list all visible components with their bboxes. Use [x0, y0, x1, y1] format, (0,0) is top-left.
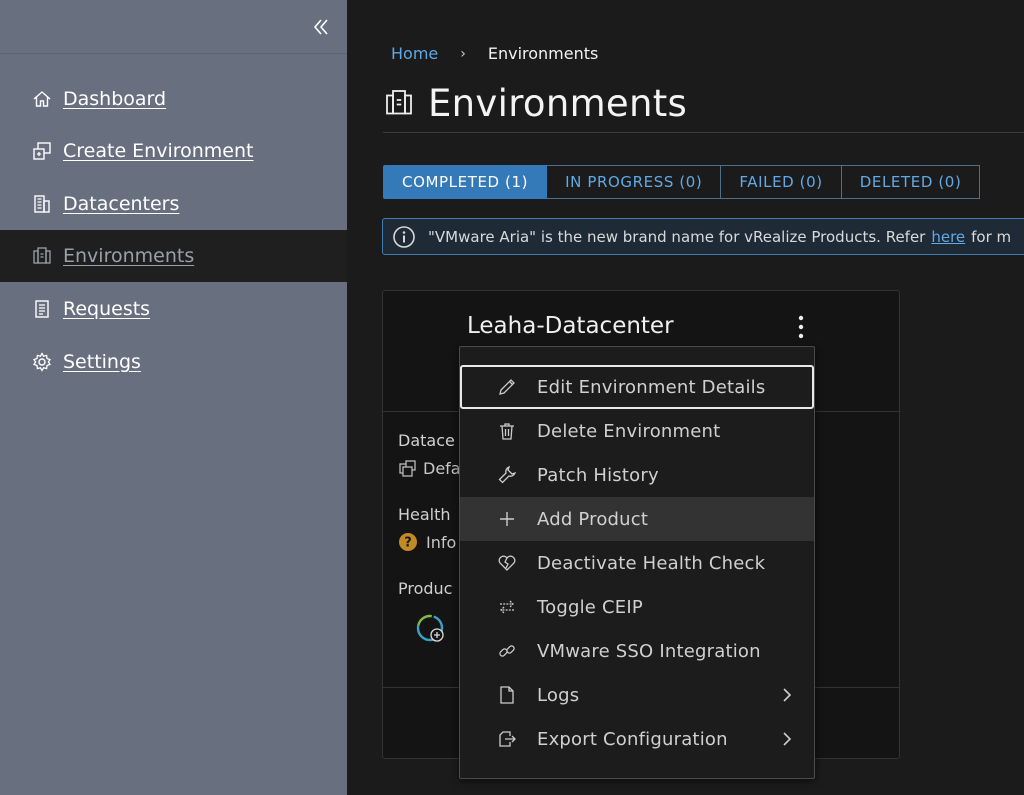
tab-deleted[interactable]: DELETED (0)	[841, 165, 981, 199]
breadcrumb: Home › Environments	[391, 44, 598, 63]
chevron-right-icon	[783, 688, 792, 702]
chevron-right-icon	[783, 732, 792, 746]
tab-failed[interactable]: FAILED (0)	[721, 165, 842, 199]
menu-item-label: Add Product	[537, 508, 649, 530]
sidebar-item-environments[interactable]: Environments	[0, 230, 347, 282]
sidebar-item-datacenters[interactable]: Datacenters	[0, 178, 347, 230]
sidebar-item-label: Datacenters	[63, 193, 180, 215]
info-banner-link[interactable]: here	[931, 228, 965, 246]
datacenter-value-text: Defa	[423, 458, 461, 478]
sidebar: Dashboard Create Environment Datacenters…	[0, 0, 347, 795]
products-label: Produc	[398, 579, 453, 598]
environment-icon	[33, 247, 51, 264]
environment-icon	[386, 90, 412, 115]
menu-item-deactivate-health-check[interactable]: Deactivate Health Check	[460, 541, 814, 585]
environment-card-title: Leaha-Datacenter	[467, 313, 674, 339]
breadcrumb-current: Environments	[487, 44, 599, 63]
pencil-icon	[499, 379, 515, 395]
sidebar-item-label: Settings	[63, 351, 141, 373]
sidebar-item-create-environment[interactable]: Create Environment	[0, 125, 347, 177]
breadcrumb-home-link[interactable]: Home	[391, 44, 438, 63]
create-environment-icon	[33, 142, 51, 160]
sidebar-item-requests[interactable]: Requests	[0, 283, 347, 335]
menu-item-delete-environment[interactable]: Delete Environment	[460, 409, 814, 453]
trash-icon	[500, 423, 514, 440]
broken-heart-icon	[498, 555, 516, 571]
datacenter-label: Datace	[398, 431, 455, 450]
health-label: Health	[398, 505, 451, 524]
menu-item-label: Patch History	[537, 464, 659, 486]
double-chevron-left-icon	[313, 19, 328, 35]
menu-item-add-product[interactable]: Add Product	[460, 497, 814, 541]
breadcrumb-separator: ›	[460, 45, 466, 62]
toggle-arrows-icon	[500, 600, 514, 614]
menu-item-label: Edit Environment Details	[537, 376, 766, 398]
export-icon	[499, 731, 516, 747]
title-divider	[383, 132, 1024, 133]
file-icon	[500, 686, 514, 704]
sidebar-item-label: Dashboard	[63, 88, 167, 110]
menu-item-label: Toggle CEIP	[537, 596, 643, 618]
building-icon	[34, 195, 50, 213]
health-value-text: Info	[426, 532, 457, 552]
menu-item-edit-environment-details[interactable]: Edit Environment Details	[460, 365, 814, 409]
sidebar-item-dashboard[interactable]: Dashboard	[0, 73, 347, 125]
environment-actions-menu: Edit Environment Details Delete Environm…	[459, 346, 815, 779]
gear-icon	[33, 352, 51, 372]
page-title: Environments	[384, 80, 687, 126]
menu-item-label: Deactivate Health Check	[537, 552, 766, 574]
svg-text:?: ?	[404, 536, 412, 551]
menu-item-label: Logs	[537, 684, 580, 706]
product-logo-icon	[416, 614, 444, 642]
tab-completed[interactable]: COMPLETED (1)	[383, 165, 548, 199]
info-banner-text: "VMware Aria" is the new brand name for …	[428, 227, 926, 246]
plus-icon	[500, 512, 514, 526]
sidebar-item-settings[interactable]: Settings	[0, 336, 347, 388]
status-tabs: COMPLETED (1) IN PROGRESS (0) FAILED (0)…	[383, 165, 981, 199]
menu-item-logs[interactable]: Logs	[460, 673, 814, 717]
menu-item-toggle-ceip[interactable]: Toggle CEIP	[460, 585, 814, 629]
menu-item-export-configuration[interactable]: Export Configuration	[460, 717, 814, 761]
menu-item-label: Delete Environment	[537, 420, 721, 442]
info-banner-text-tail: for m	[971, 227, 1012, 246]
wrench-icon	[498, 465, 517, 484]
menu-item-vmware-sso-integration[interactable]: VMware SSO Integration	[460, 629, 814, 673]
sidebar-item-label: Environments	[63, 245, 195, 267]
tab-in-progress[interactable]: IN PROGRESS (0)	[547, 165, 722, 199]
health-value: ? Info	[398, 532, 456, 552]
link-icon	[499, 645, 515, 657]
sidebar-item-label: Create Environment	[63, 140, 254, 162]
requests-icon	[35, 300, 49, 318]
menu-item-patch-history[interactable]: Patch History	[460, 453, 814, 497]
question-circle-icon: ?	[399, 533, 417, 551]
info-banner: "VMware Aria" is the new brand name for …	[382, 218, 1024, 255]
datacenter-icon	[399, 460, 416, 477]
datacenter-value: Defa	[398, 458, 461, 478]
menu-item-label: VMware SSO Integration	[537, 640, 761, 662]
home-icon	[33, 91, 51, 107]
page-title-text: Environments	[428, 81, 688, 125]
collapse-sidebar-button[interactable]	[308, 14, 334, 40]
menu-item-label: Export Configuration	[537, 728, 728, 750]
sidebar-item-label: Requests	[63, 298, 151, 320]
sidebar-divider	[0, 53, 347, 54]
kebab-menu-icon[interactable]	[789, 313, 813, 341]
info-icon	[393, 225, 415, 248]
